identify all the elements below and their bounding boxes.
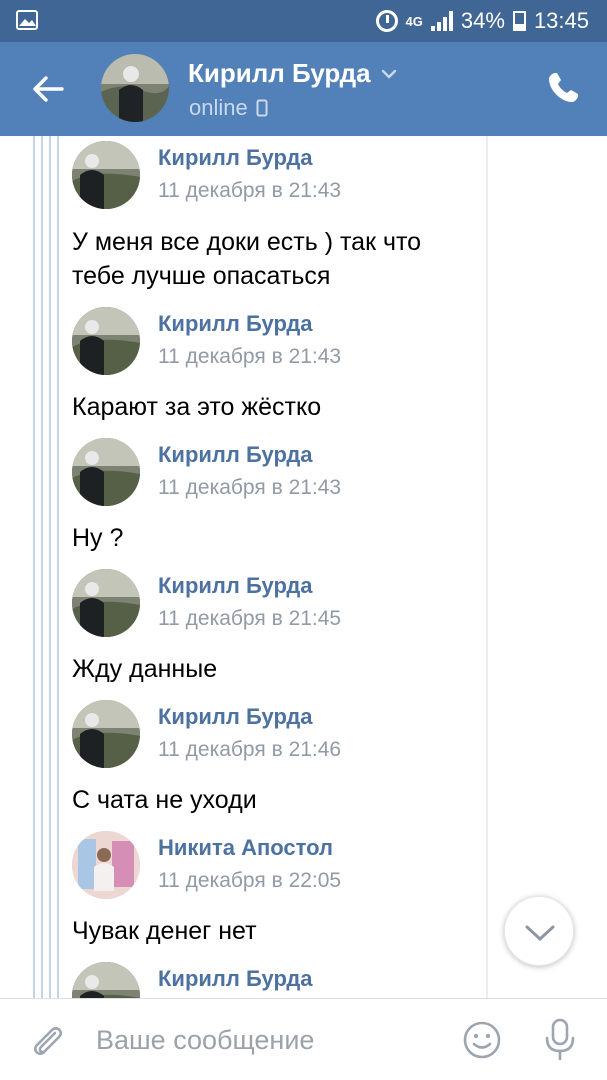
battery-percent: 34% bbox=[460, 8, 505, 33]
contact-name[interactable]: Кирилл Бурда bbox=[188, 58, 371, 89]
mobile-device-icon bbox=[256, 99, 268, 117]
contact-avatar[interactable] bbox=[101, 54, 169, 122]
composer: Ваше сообщение bbox=[0, 998, 607, 1080]
microphone-icon[interactable] bbox=[542, 1017, 578, 1061]
message-author[interactable]: Кирилл Бурда bbox=[158, 145, 313, 171]
avatar[interactable] bbox=[72, 141, 140, 209]
avatar[interactable] bbox=[72, 438, 140, 506]
signal-icon bbox=[430, 11, 453, 31]
phone-call-icon[interactable] bbox=[545, 70, 581, 106]
thread-border bbox=[486, 136, 488, 998]
message-time: 11 декабря в 21:43 bbox=[158, 179, 342, 202]
message-text: Чувак денег нет bbox=[72, 917, 257, 945]
contact-status: online bbox=[189, 95, 248, 120]
message-time: 11 декабря в 22:05 bbox=[158, 869, 342, 892]
avatar[interactable] bbox=[72, 700, 140, 768]
message-time: 11 декабря в 21:46 bbox=[158, 738, 342, 761]
message-author[interactable]: Кирилл Бурда bbox=[158, 442, 313, 468]
gallery-notification-icon bbox=[16, 10, 38, 30]
network-type: 4G bbox=[405, 13, 423, 29]
thread-rail bbox=[33, 136, 35, 998]
message-text: С чата не уходи bbox=[72, 786, 257, 814]
message-text: Карают за это жёстко bbox=[72, 393, 322, 421]
avatar[interactable] bbox=[72, 569, 140, 637]
thread-rail bbox=[49, 136, 51, 998]
message-author[interactable]: Никита Апостол bbox=[158, 835, 333, 861]
chat-header: Кирилл Бурда online bbox=[0, 42, 607, 136]
alarm-icon bbox=[375, 10, 398, 32]
message-text: У меня все доки есть ) так что тебе лучш… bbox=[72, 228, 422, 290]
message-author[interactable]: Кирилл Бурда bbox=[158, 966, 313, 992]
thread-rail bbox=[57, 136, 59, 998]
message-list[interactable]: Кирилл Бурда 11 декабря в 21:43 У меня в… bbox=[0, 136, 607, 998]
message-text: Ну ? bbox=[72, 524, 124, 552]
avatar[interactable] bbox=[72, 307, 140, 375]
message-input[interactable]: Ваше сообщение bbox=[96, 1025, 314, 1056]
emoji-icon[interactable] bbox=[462, 1020, 502, 1060]
status-bar: 4G 34% 13:45 bbox=[0, 0, 607, 42]
message-time: 11 декабря в 21:43 bbox=[158, 345, 342, 368]
message-author[interactable]: Кирилл Бурда bbox=[158, 704, 313, 730]
chevron-down-icon bbox=[525, 925, 555, 941]
back-arrow-icon[interactable] bbox=[30, 71, 66, 107]
battery-icon bbox=[512, 11, 526, 31]
message-author[interactable]: Кирилл Бурда bbox=[158, 311, 313, 337]
avatar[interactable] bbox=[72, 962, 140, 998]
chevron-down-icon[interactable] bbox=[381, 68, 397, 80]
paperclip-icon[interactable] bbox=[28, 1021, 68, 1061]
message-time: 11 декабря в 21:45 bbox=[158, 607, 342, 630]
message-text: Жду данные bbox=[72, 655, 218, 683]
avatar[interactable] bbox=[72, 831, 140, 899]
scroll-to-bottom-button[interactable] bbox=[504, 896, 574, 966]
message-author[interactable]: Кирилл Бурда bbox=[158, 573, 313, 599]
thread-rail bbox=[41, 136, 43, 998]
clock: 13:45 bbox=[533, 8, 589, 33]
message-time: 11 декабря в 21:43 bbox=[158, 476, 342, 499]
